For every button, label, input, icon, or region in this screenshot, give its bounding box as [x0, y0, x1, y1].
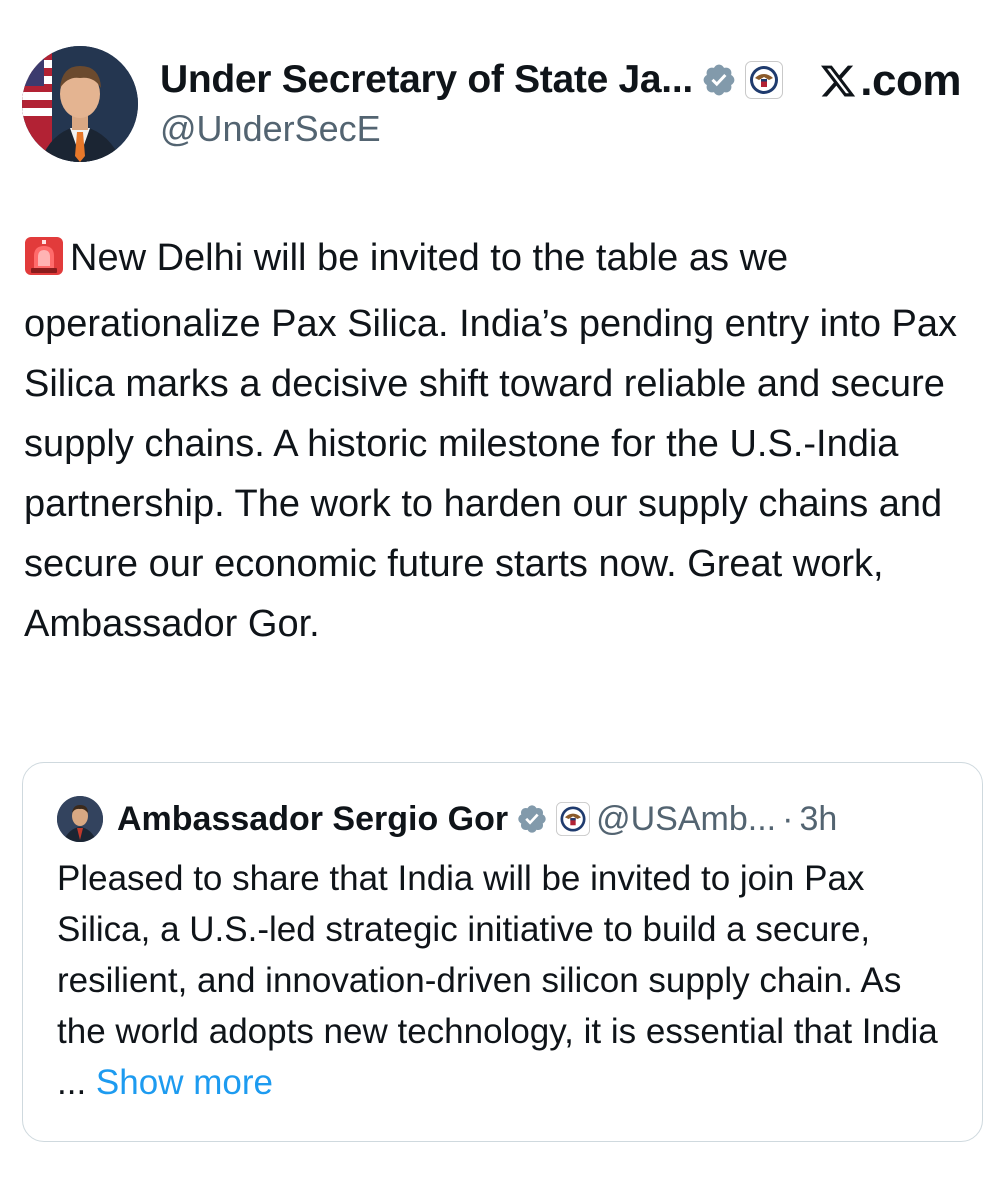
verified-badge-icon — [701, 62, 737, 98]
x-logo-icon — [818, 62, 858, 100]
quoted-author-handle[interactable]: @USAmb... — [596, 800, 776, 839]
quoted-tweet-card[interactable]: Ambassador Sergio Gor @USAmb... · 3h Ple… — [22, 762, 983, 1142]
show-more-link[interactable]: Show more — [96, 1063, 273, 1102]
author-handle[interactable]: @UnderSecE — [160, 108, 381, 150]
author-display-name[interactable]: Under Secretary of State Ja... — [160, 58, 693, 102]
author-avatar[interactable] — [22, 46, 138, 162]
police-siren-icon — [24, 234, 64, 294]
quoted-state-department-seal-icon — [556, 802, 591, 836]
quoted-profile-photo — [57, 796, 103, 842]
quoted-author-avatar[interactable] — [57, 796, 103, 842]
separator-dot: · — [782, 799, 794, 838]
quoted-tweet-header: Ambassador Sergio Gor @USAmb... · 3h — [57, 791, 837, 847]
x-com-brand: .com — [818, 56, 961, 106]
profile-photo — [22, 46, 138, 162]
quoted-verified-badge-icon — [516, 803, 548, 835]
tweet-body: New Delhi will be invited to the table a… — [24, 237, 957, 645]
state-department-seal-icon — [744, 61, 783, 99]
quoted-author-name[interactable]: Ambassador Sergio Gor — [117, 800, 508, 839]
quoted-tweet-text: Pleased to share that India will be invi… — [57, 853, 957, 1108]
tweet-text: New Delhi will be invited to the table a… — [24, 228, 964, 654]
author-name-row: Under Secretary of State Ja... — [160, 54, 783, 106]
brand-label: .com — [860, 56, 961, 105]
quoted-timestamp[interactable]: 3h — [799, 800, 837, 839]
